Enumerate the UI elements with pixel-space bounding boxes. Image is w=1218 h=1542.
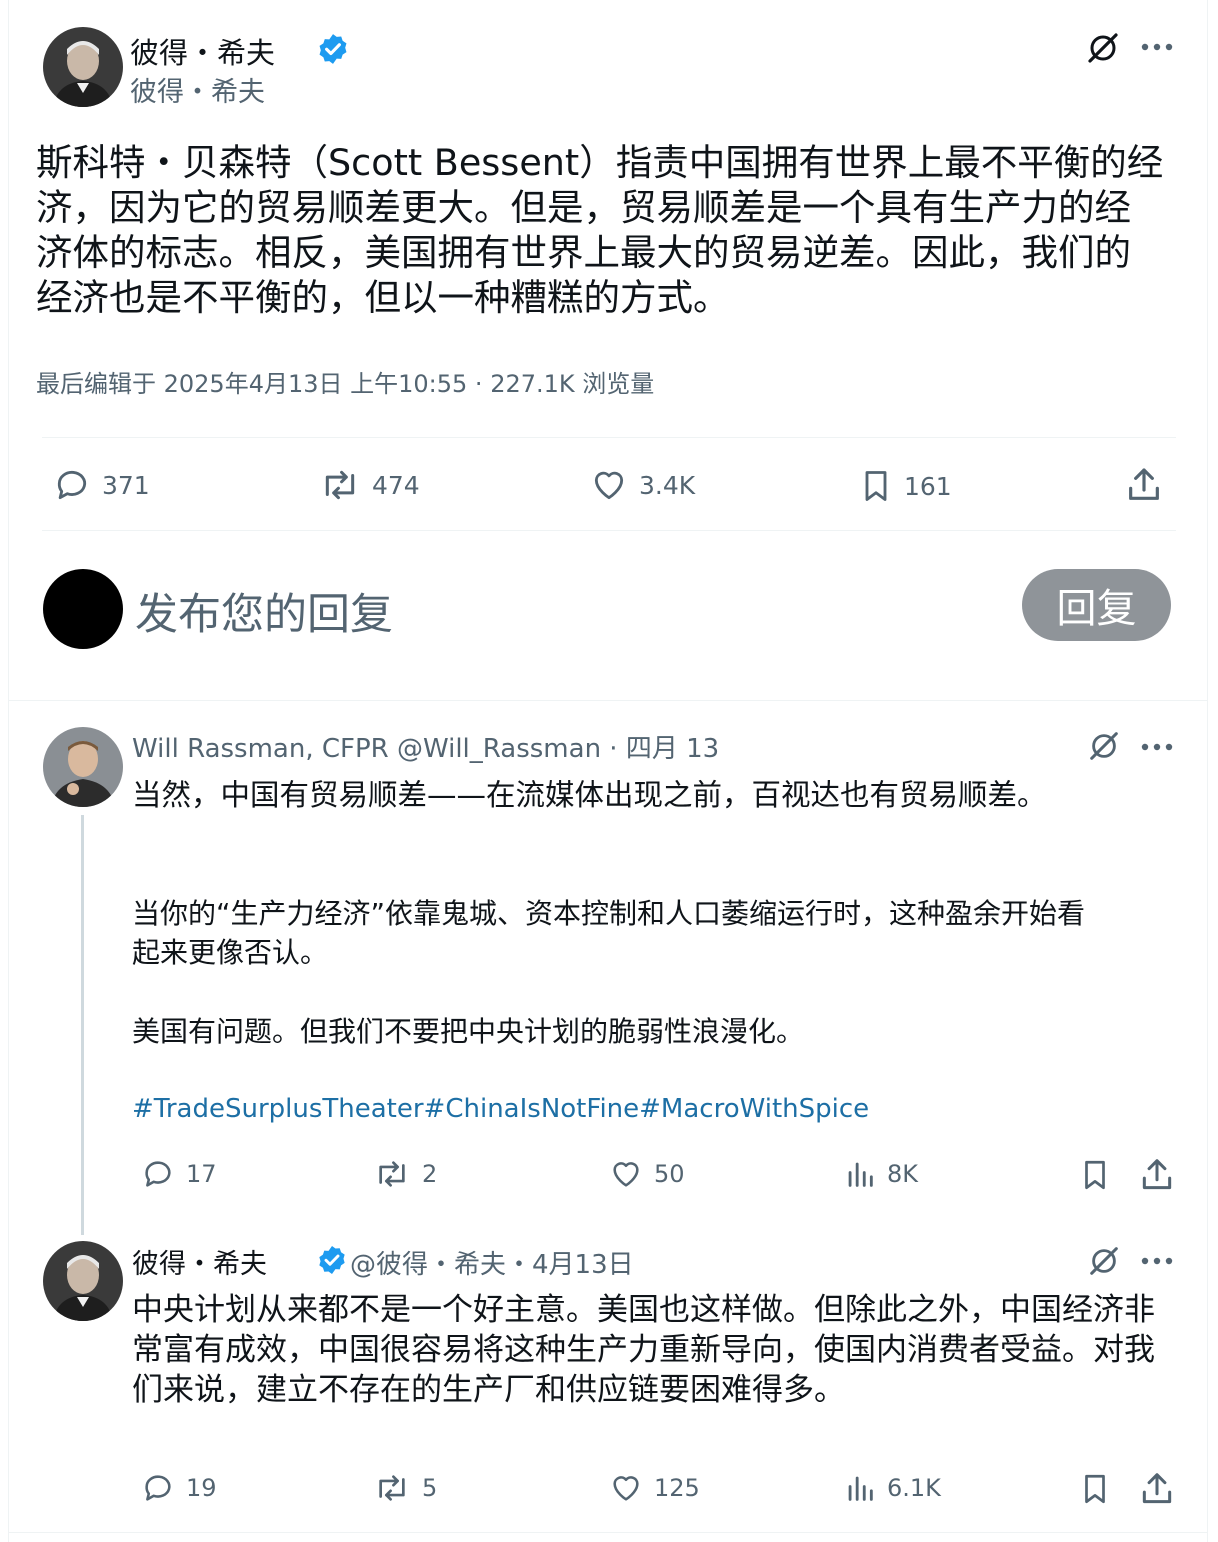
tweet-text: 斯科特・贝森特（Scott Bessent）指责中国拥有世界上最不平衡的经济，因… <box>36 141 1164 319</box>
divider <box>42 530 1176 531</box>
grok-icon[interactable] <box>1085 30 1121 66</box>
reply-icon <box>57 470 87 500</box>
reply-count: 17 <box>186 1160 217 1188</box>
grok-icon[interactable] <box>1087 1244 1121 1278</box>
views-count: 8K <box>887 1160 919 1188</box>
retweet-count: 474 <box>372 470 420 500</box>
verified-badge-icon <box>319 1246 345 1274</box>
reply-paragraph: 当你的“生产力经济”依靠鬼城、资本控制和人口萎缩运行时，这种盈余开始看起来更像否… <box>132 897 1086 969</box>
heart-icon <box>613 1476 639 1501</box>
reply-icon <box>145 1161 171 1187</box>
reply-count: 371 <box>102 470 150 500</box>
heart-icon <box>613 1162 639 1187</box>
reply-paragraph: 美国有问题。但我们不要把中央计划的脆弱性浪漫化。 <box>132 1015 805 1048</box>
author-handle[interactable]: 彼得・希夫 <box>130 70 265 109</box>
reply-count: 19 <box>186 1474 217 1502</box>
retweet-action[interactable]: 2 <box>372 1157 437 1191</box>
heart-icon <box>594 471 624 500</box>
author-name[interactable]: 彼得・希夫 <box>130 30 275 72</box>
reply-handle-date[interactable]: @彼得・希夫・4月13日 <box>350 1244 634 1281</box>
author-avatar[interactable] <box>43 27 123 107</box>
views-count: 6.1K <box>887 1474 941 1502</box>
views-action[interactable]: 6.1K <box>843 1471 941 1505</box>
bookmark-icon[interactable] <box>1078 1470 1112 1508</box>
reply-author-line[interactable]: Will Rassman, CFPR @Will_Rassman · 四月 13 <box>132 728 719 765</box>
bookmark-icon <box>865 471 887 501</box>
share-action[interactable] <box>1124 464 1164 506</box>
reply-action[interactable]: 19 <box>140 1471 217 1505</box>
current-user-avatar[interactable] <box>43 569 123 649</box>
views-icon <box>848 1162 873 1187</box>
share-icon[interactable] <box>1138 1469 1176 1509</box>
tweet-meta: 最后编辑于 2025年4月13日 上午10:55 · 227.1K 浏览量 <box>36 370 655 398</box>
like-count: 125 <box>654 1474 700 1502</box>
reply-icon <box>145 1475 171 1501</box>
retweet-action[interactable]: 5 <box>372 1471 437 1505</box>
retweet-count: 2 <box>422 1160 438 1188</box>
hashtag-links[interactable]: #TradeSurplusTheater#ChinaIsNotFine#Macr… <box>132 1094 869 1124</box>
views-action[interactable]: 8K <box>843 1157 918 1191</box>
reply-author-avatar[interactable] <box>43 1241 123 1321</box>
reply-text: 中央计划从来都不是一个好主意。美国也这样做。但除此之外，中国经济非常富有成效，中… <box>132 1292 1155 1408</box>
retweet-action[interactable]: 474 <box>318 466 420 504</box>
like-action[interactable]: 50 <box>608 1157 685 1191</box>
like-action[interactable]: 125 <box>608 1471 700 1505</box>
reply-input[interactable]: 发布您的回复 <box>135 580 393 642</box>
reply-author-avatar[interactable] <box>43 727 123 807</box>
like-count: 50 <box>654 1160 685 1188</box>
more-options-icon[interactable] <box>1140 740 1174 754</box>
thread-connector <box>81 815 84 1235</box>
retweet-icon <box>379 1475 405 1501</box>
bookmark-action[interactable]: 161 <box>858 466 952 506</box>
more-options-icon[interactable] <box>1140 1254 1174 1268</box>
retweet-icon <box>379 1161 405 1187</box>
reply-author-name[interactable]: 彼得・希夫 <box>132 1242 267 1281</box>
share-icon <box>1129 468 1159 500</box>
divider <box>9 1532 1207 1533</box>
retweet-icon <box>325 470 355 500</box>
bookmark-count: 161 <box>904 471 952 501</box>
reply-button[interactable]: 回复 <box>1022 569 1171 641</box>
more-options-icon[interactable] <box>1140 40 1174 54</box>
verified-badge-icon <box>319 34 347 64</box>
reply-paragraph: 当然，中国有贸易顺差——在流媒体出现之前，百视达也有贸易顺差。 <box>132 778 1047 812</box>
bookmark-icon[interactable] <box>1078 1156 1112 1194</box>
share-icon[interactable] <box>1138 1155 1176 1195</box>
divider <box>9 700 1207 701</box>
reply-action[interactable]: 17 <box>140 1157 217 1191</box>
reply-action[interactable]: 371 <box>52 466 150 504</box>
like-count: 3.4K <box>639 470 696 500</box>
grok-icon[interactable] <box>1087 729 1121 763</box>
like-action[interactable]: 3.4K <box>589 466 695 504</box>
views-icon <box>848 1476 873 1501</box>
retweet-count: 5 <box>422 1474 438 1502</box>
divider <box>42 437 1176 438</box>
